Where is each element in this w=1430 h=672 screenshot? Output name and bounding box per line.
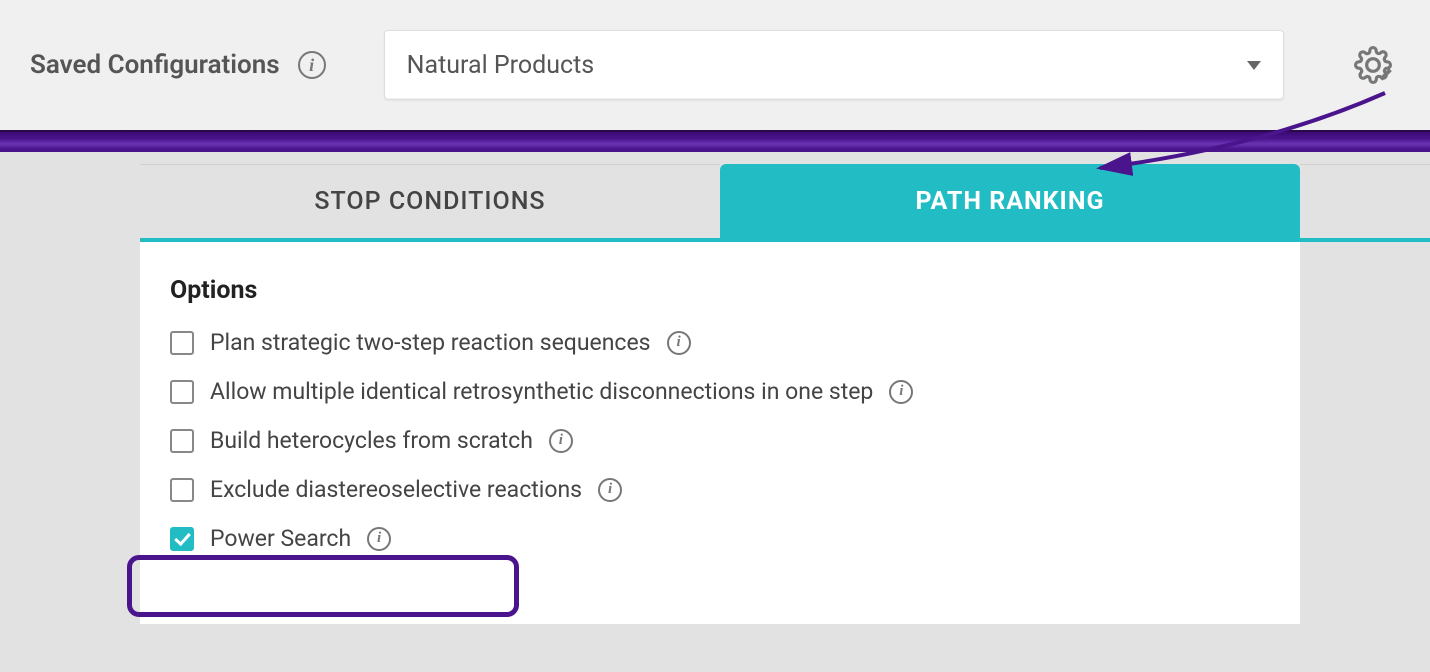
tab-content: Options Plan strategic two-step reaction… (140, 242, 1300, 624)
info-icon[interactable] (889, 380, 913, 404)
tab-label: STOP CONDITIONS (314, 187, 545, 216)
tab-filler (1300, 164, 1430, 238)
chevron-down-icon (1247, 61, 1261, 70)
option-build-heterocycles: Build heterocycles from scratch (170, 427, 1270, 454)
info-icon[interactable] (667, 331, 691, 355)
dropdown-selected-value: Natural Products (407, 51, 595, 80)
info-icon[interactable] (598, 478, 622, 502)
saved-configurations-dropdown[interactable]: Natural Products (384, 30, 1284, 100)
info-icon[interactable] (549, 429, 573, 453)
tab-stop-conditions[interactable]: STOP CONDITIONS (140, 164, 720, 238)
option-allow-multiple-disconnections: Allow multiple identical retrosynthetic … (170, 378, 1270, 405)
options-heading: Options (170, 276, 1270, 305)
option-label: Exclude diastereoselective reactions (210, 476, 582, 503)
info-icon[interactable] (367, 527, 391, 551)
tab-label: PATH RANKING (915, 187, 1104, 216)
tab-path-ranking[interactable]: PATH RANKING (720, 164, 1300, 238)
option-label: Allow multiple identical retrosynthetic … (210, 378, 873, 405)
saved-configurations-bar: Saved Configurations Natural Products (0, 0, 1430, 130)
lower-area: STOP CONDITIONS PATH RANKING Options Pla… (0, 152, 1430, 672)
option-label: Build heterocycles from scratch (210, 427, 533, 454)
edit-configuration-button[interactable] (1354, 46, 1392, 84)
checkbox[interactable] (170, 478, 194, 502)
checkbox[interactable] (170, 429, 194, 453)
option-label: Power Search (210, 525, 351, 552)
settings-panel: STOP CONDITIONS PATH RANKING Options Pla… (140, 164, 1430, 624)
checkbox[interactable] (170, 380, 194, 404)
checkbox[interactable] (170, 527, 194, 551)
option-label: Plan strategic two-step reaction sequenc… (210, 329, 651, 356)
info-icon[interactable] (298, 51, 326, 79)
divider-stripe (0, 130, 1430, 152)
option-plan-strategic: Plan strategic two-step reaction sequenc… (170, 329, 1270, 356)
option-power-search: Power Search (170, 525, 1270, 552)
option-exclude-diastereoselective: Exclude diastereoselective reactions (170, 476, 1270, 503)
saved-configurations-label: Saved Configurations (30, 50, 280, 80)
checkbox[interactable] (170, 331, 194, 355)
tabs: STOP CONDITIONS PATH RANKING (140, 164, 1430, 242)
gear-pencil-icon (1354, 46, 1392, 84)
